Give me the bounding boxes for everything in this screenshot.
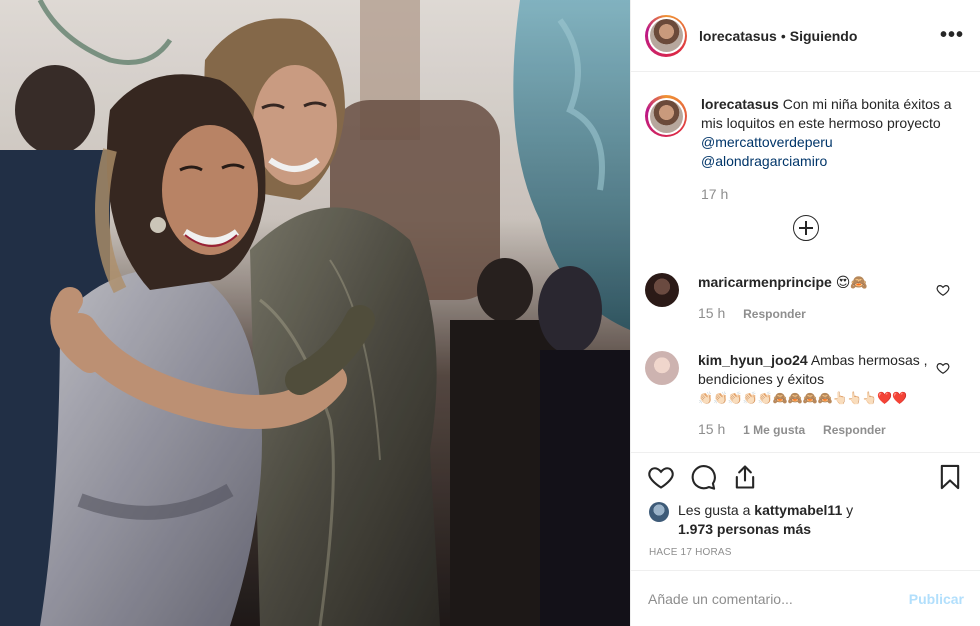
post-header: lorecatasus • Siguiendo ••• — [631, 0, 980, 72]
caption-avatar-image — [649, 99, 683, 133]
add-comment-bar: Publicar — [631, 570, 980, 626]
caption-body: lorecatasus Con mi niña bonita éxitos a … — [701, 95, 953, 204]
comment-avatar[interactable] — [645, 273, 679, 307]
comment-meta: 15 h 1 Me gusta Responder — [698, 420, 930, 440]
comment-avatar[interactable] — [645, 351, 679, 385]
instagram-post-modal: lorecatasus • Siguiendo ••• lorecatasus … — [0, 0, 980, 626]
like-heart-icon[interactable] — [647, 463, 675, 491]
comment-likes-count[interactable]: 1 Me gusta — [743, 423, 805, 437]
likes-prefix: Les gusta a — [678, 502, 751, 518]
author-username[interactable]: lorecatasus — [699, 28, 777, 44]
comments-section[interactable]: lorecatasus Con mi niña bonita éxitos a … — [631, 73, 980, 453]
comment-emoji-line: 👏🏻👏🏻👏🏻👏🏻👏🏻🙈🙈🙈🙈👆🏻👆🏻👆🏻❤️❤️ — [698, 391, 908, 405]
post-actions: Les gusta a kattymabel11 y 1.973 persona… — [631, 452, 980, 566]
likes-text: Les gusta a kattymabel11 y 1.973 persona… — [678, 501, 853, 539]
caption-mention-alondragarciamiro[interactable]: @alondragarciamiro — [701, 153, 827, 169]
comment-time: 15 h — [698, 421, 726, 437]
liker-username[interactable]: kattymabel11 — [754, 502, 842, 518]
comment-body: kim_hyun_joo24 Ambas hermosas , bendicio… — [698, 351, 930, 440]
follow-status-button[interactable]: Siguiendo — [790, 28, 858, 44]
comment-input[interactable] — [648, 590, 909, 607]
post-timestamp[interactable]: HACE 17 HORAS — [649, 547, 732, 558]
likes-conjunction: y — [846, 502, 854, 518]
more-options-icon[interactable]: ••• — [940, 24, 964, 47]
header-separator: • — [780, 27, 786, 44]
action-bar — [647, 463, 964, 495]
comment-text: 😍🙈 — [835, 274, 868, 290]
comment-meta: 15 h Responder — [698, 304, 930, 324]
caption-time: 17 h — [701, 186, 729, 202]
comment-like-heart-icon[interactable] — [936, 283, 950, 297]
likes-summary: Les gusta a kattymabel11 y 1.973 persona… — [649, 501, 964, 539]
reply-button[interactable]: Responder — [823, 423, 886, 437]
comment-username[interactable]: kim_hyun_joo24 — [698, 352, 808, 368]
author-avatar-image — [649, 19, 683, 52]
load-more-comments-icon[interactable] — [793, 215, 819, 241]
comment-time: 15 h — [698, 305, 726, 321]
comment-like-heart-icon[interactable] — [936, 361, 950, 375]
author-avatar[interactable] — [645, 14, 687, 57]
post-side-panel: lorecatasus • Siguiendo ••• lorecatasus … — [630, 0, 980, 626]
comment-body: maricarmenprincipe 😍🙈 15 h Responder — [698, 273, 930, 324]
caption-username[interactable]: lorecatasus — [701, 96, 779, 112]
liker-avatar[interactable] — [649, 502, 669, 522]
post-caption: lorecatasus Con mi niña bonita éxitos a … — [645, 73, 964, 204]
post-photo[interactable] — [0, 0, 630, 626]
publish-button[interactable]: Publicar — [909, 591, 964, 607]
comment-bubble-icon[interactable] — [689, 463, 717, 491]
share-upload-icon[interactable] — [731, 463, 759, 491]
save-bookmark-icon[interactable] — [936, 463, 964, 491]
reply-button[interactable]: Responder — [743, 307, 806, 321]
caption-author-avatar[interactable] — [645, 95, 687, 137]
comment-username[interactable]: maricarmenprincipe — [698, 274, 832, 290]
likes-count[interactable]: 1.973 personas más — [678, 521, 811, 537]
comment-item: kim_hyun_joo24 Ambas hermosas , bendicio… — [645, 351, 964, 440]
caption-mention-mercattoverdeperu[interactable]: @mercattoverdeperu — [701, 134, 833, 150]
photo-illustration — [0, 0, 630, 626]
comment-item: maricarmenprincipe 😍🙈 15 h Responder — [645, 273, 964, 324]
